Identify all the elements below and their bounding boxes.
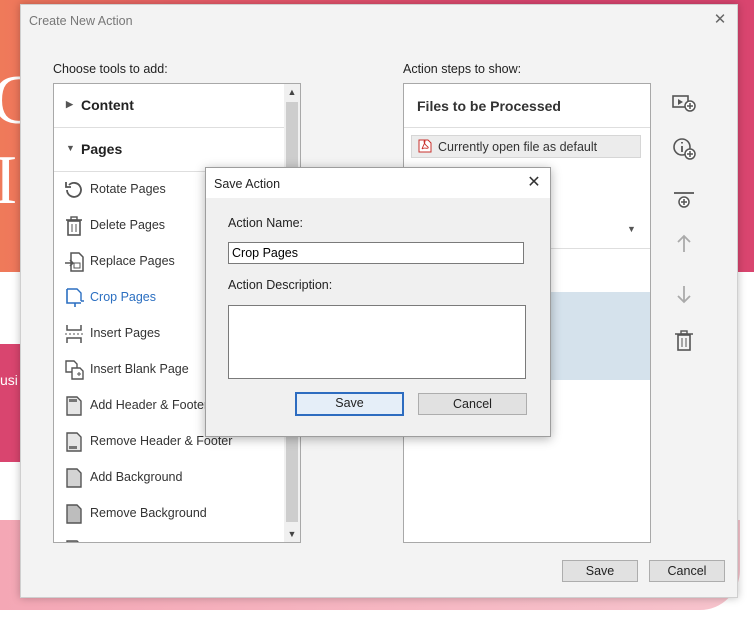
save-button[interactable]: Save bbox=[562, 560, 638, 582]
scroll-down-icon[interactable]: ▼ bbox=[284, 526, 300, 542]
tool-label: Rotate Pages bbox=[90, 182, 166, 196]
add-file-icon[interactable] bbox=[671, 90, 697, 116]
insert-divider-icon[interactable] bbox=[671, 189, 697, 215]
tool-remove-background[interactable]: Remove Background bbox=[54, 496, 284, 532]
group-pages[interactable]: ▼ Pages bbox=[54, 128, 284, 172]
close-icon[interactable]: ✕ bbox=[524, 173, 544, 193]
crop-icon bbox=[66, 288, 84, 307]
save-button[interactable]: Save bbox=[295, 392, 404, 416]
cancel-button[interactable]: Cancel bbox=[649, 560, 725, 582]
chevron-down-icon: ▼ bbox=[66, 143, 75, 153]
action-description-label: Action Description: bbox=[228, 278, 333, 292]
files-section: Files to be Processed bbox=[404, 84, 650, 128]
group-label: Pages bbox=[81, 141, 123, 157]
files-heading: Files to be Processed bbox=[417, 98, 561, 114]
chevron-right-icon: ▶ bbox=[66, 99, 73, 109]
save-action-dialog: Save Action ✕ Action Name: Action Descri… bbox=[205, 167, 551, 437]
group-content[interactable]: ▶ Content bbox=[54, 84, 284, 128]
action-description-input[interactable] bbox=[228, 305, 526, 379]
tool-partial[interactable] bbox=[54, 532, 284, 542]
delete-icon[interactable] bbox=[671, 328, 697, 354]
tool-label: Remove Background bbox=[90, 506, 207, 520]
tool-label: Delete Pages bbox=[90, 218, 166, 232]
move-down-icon[interactable] bbox=[671, 281, 697, 307]
tool-label: Add Background bbox=[90, 470, 183, 484]
action-name-label: Action Name: bbox=[228, 216, 304, 230]
pdf-icon bbox=[418, 139, 432, 153]
replace-pages-icon bbox=[65, 252, 84, 272]
move-up-icon[interactable] bbox=[671, 231, 697, 257]
cancel-button[interactable]: Cancel bbox=[418, 393, 527, 415]
insert-pages-icon bbox=[65, 325, 83, 343]
dialog-title: Create New Action bbox=[29, 14, 133, 28]
default-file-item[interactable]: Currently open file as default bbox=[411, 135, 641, 158]
tool-add-background[interactable]: Add Background bbox=[54, 460, 284, 496]
action-name-input[interactable] bbox=[228, 242, 524, 264]
group-label: Content bbox=[81, 97, 134, 113]
rotate-icon bbox=[65, 182, 82, 198]
add-info-icon[interactable] bbox=[671, 137, 697, 163]
tool-label: Insert Pages bbox=[90, 326, 161, 340]
close-icon[interactable]: ✕ bbox=[711, 11, 729, 29]
scroll-up-icon[interactable]: ▲ bbox=[284, 84, 300, 100]
dialog-title: Save Action bbox=[214, 177, 281, 191]
document-icon bbox=[66, 504, 82, 524]
background-letter: I bbox=[0, 142, 18, 219]
tool-label: Add Header & Footer bbox=[90, 398, 209, 412]
dialog-title-bar: Save Action ✕ bbox=[206, 168, 550, 198]
chevron-down-icon[interactable]: ▼ bbox=[627, 224, 636, 234]
tools-label: Choose tools to add: bbox=[53, 62, 168, 76]
tool-label: Replace Pages bbox=[90, 254, 175, 268]
default-file-label: Currently open file as default bbox=[438, 140, 598, 154]
document-icon bbox=[66, 396, 82, 416]
tool-label: Insert Blank Page bbox=[90, 362, 189, 376]
background-text: usi bbox=[0, 372, 18, 388]
document-icon bbox=[66, 540, 79, 542]
trash-icon bbox=[66, 216, 82, 236]
tool-label: Crop Pages bbox=[90, 290, 157, 304]
document-icon bbox=[66, 468, 82, 488]
steps-label: Action steps to show: bbox=[403, 62, 522, 76]
insert-blank-page-icon bbox=[65, 360, 84, 380]
document-icon bbox=[66, 432, 82, 452]
